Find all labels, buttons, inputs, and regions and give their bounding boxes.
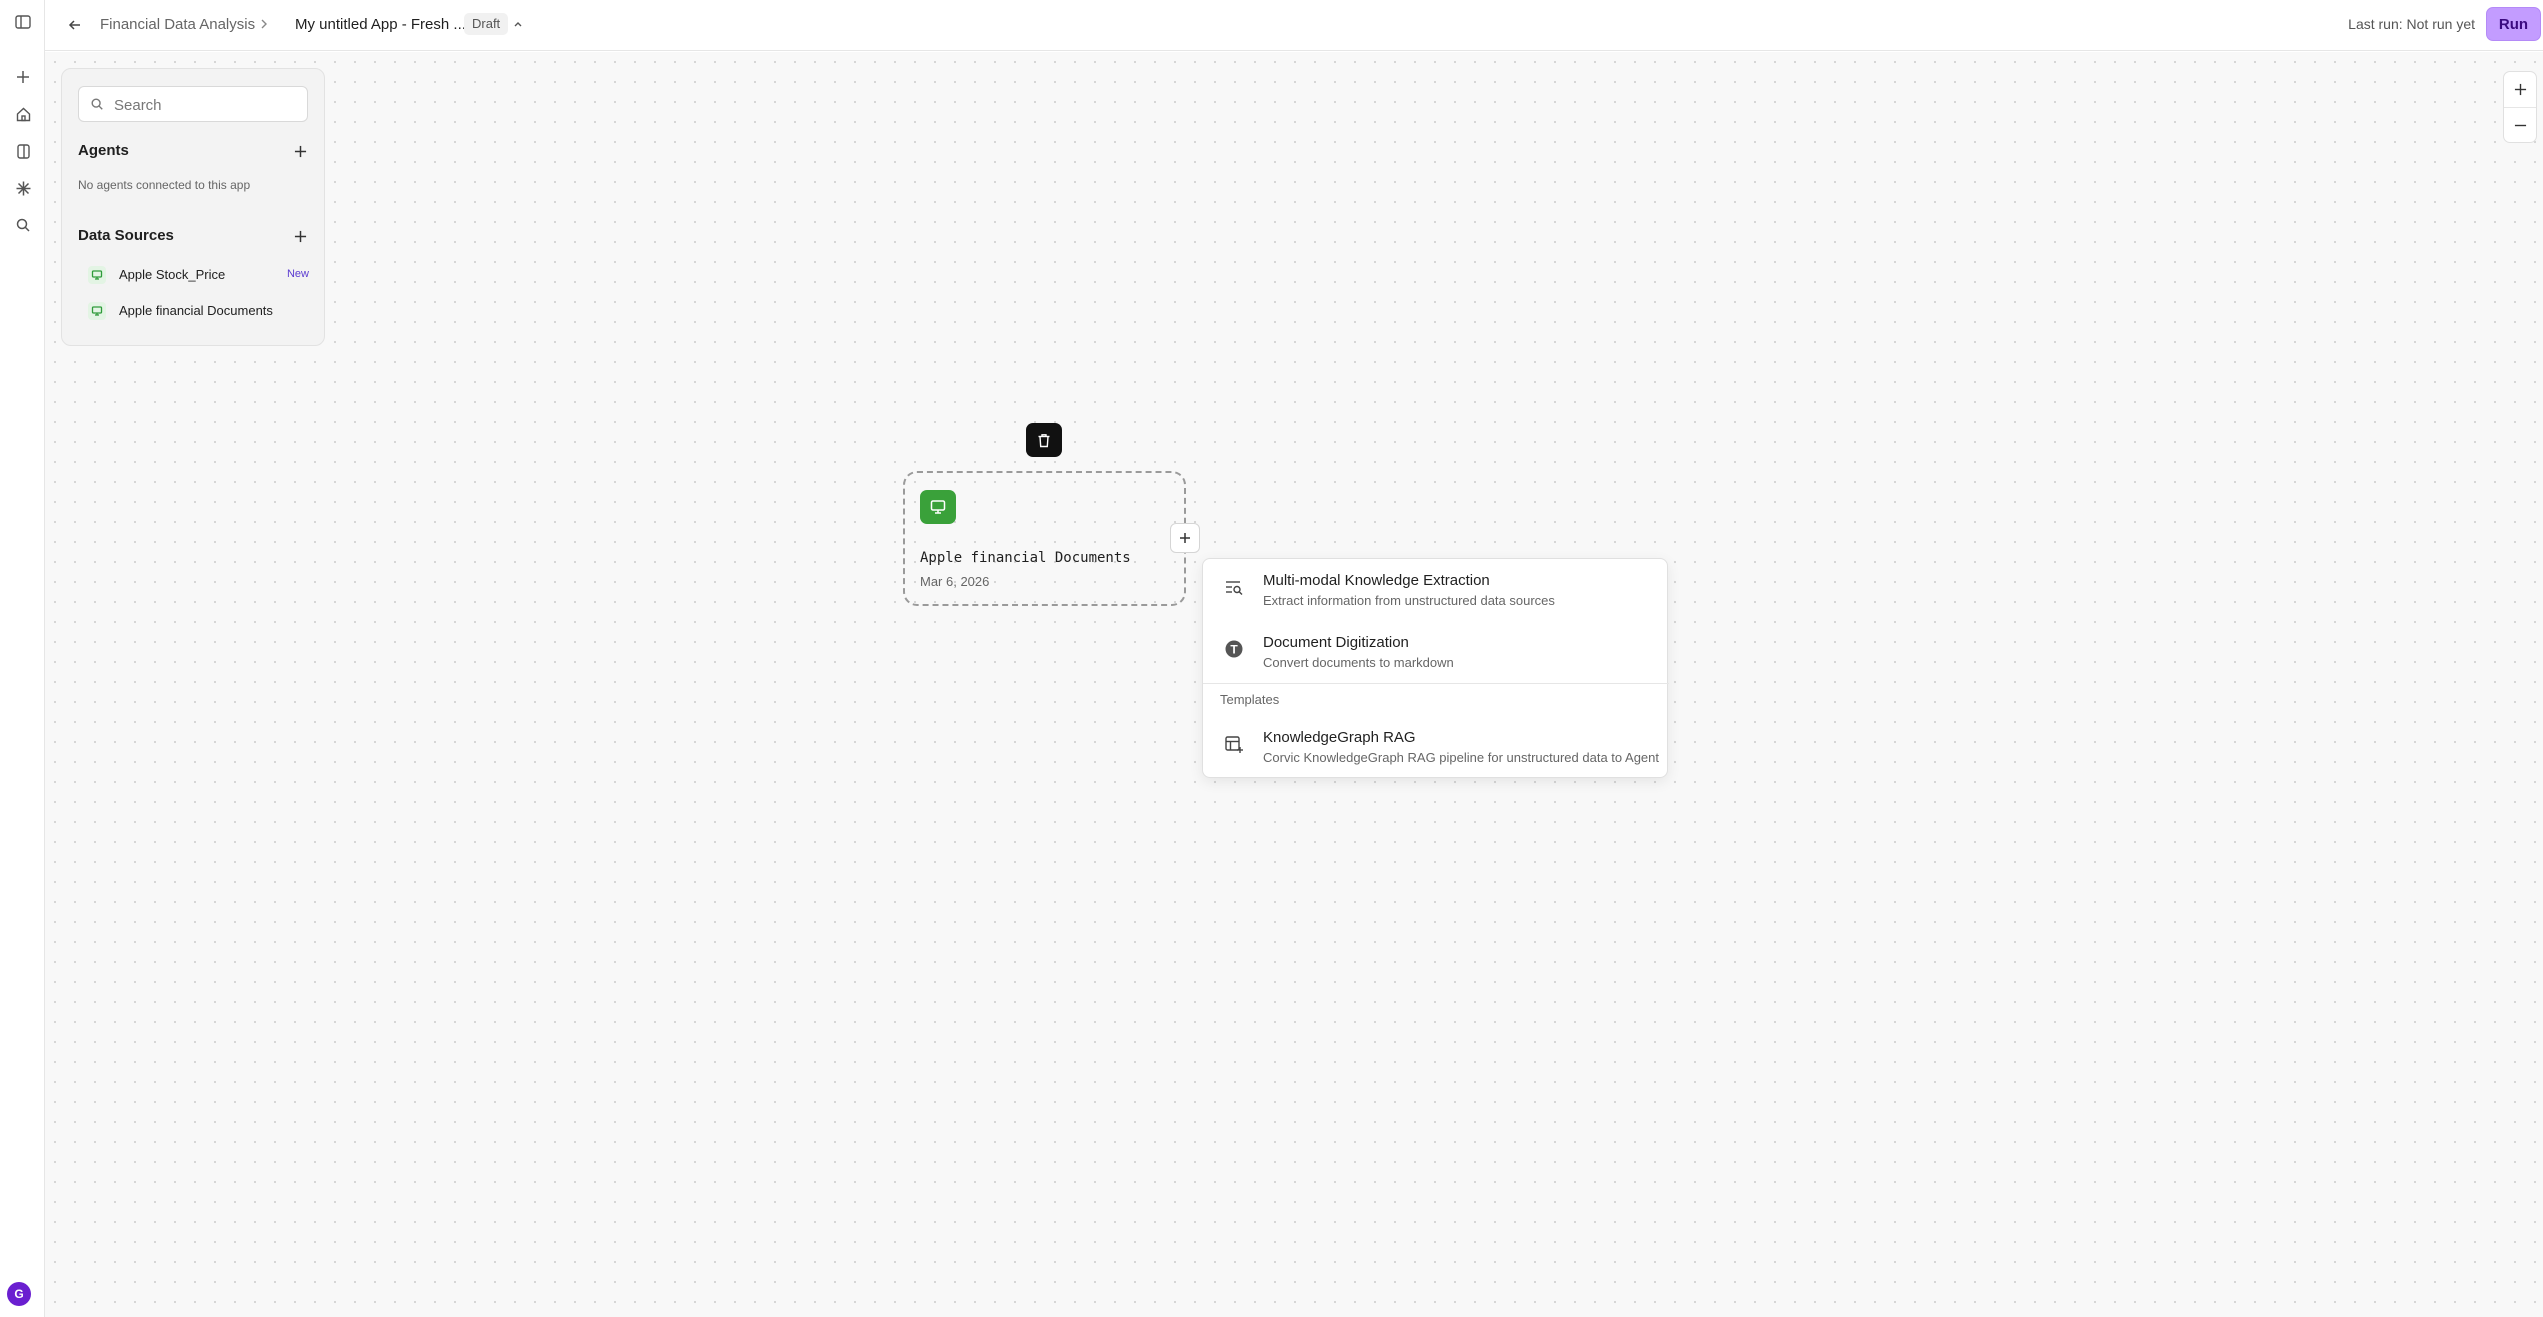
plus-icon[interactable] [8,62,38,92]
menu-divider [1203,683,1669,684]
monitor-icon [920,490,956,524]
node-title: Apple financial Documents [920,550,1131,566]
sidebar-toggle-icon[interactable] [8,7,38,37]
new-badge: New [286,268,309,280]
zoom-in-icon[interactable] [2504,72,2536,107]
agents-heading: Agents [78,142,129,159]
last-run-status: Last run: Not run yet [2348,16,2475,32]
menu-item-title: Multi-modal Knowledge Extraction [1263,572,1490,589]
menu-item-document-digitization[interactable]: T Document Digitization Convert document… [1203,621,1669,677]
data-source-item[interactable]: Apple Stock_Price New [88,263,313,287]
chevron-up-icon[interactable] [507,13,529,35]
search-box[interactable] [78,86,308,122]
text-circle-icon: T [1223,638,1245,660]
home-icon[interactable] [8,99,38,129]
avatar[interactable]: G [7,1282,31,1306]
agents-empty-text: No agents connected to this app [78,178,251,192]
menu-item-description: Extract information from unstructured da… [1263,593,1555,608]
app-title[interactable]: My untitled App - Fresh ... [295,16,466,33]
back-arrow-icon[interactable] [62,12,88,38]
add-data-source-icon[interactable] [290,226,310,246]
menu-item-description: Convert documents to markdown [1263,655,1454,670]
data-source-label: Apple Stock_Price [119,267,226,282]
breadcrumb-parent[interactable]: Financial Data Analysis [100,16,255,33]
text-search-icon [1223,576,1245,598]
search-icon[interactable] [8,210,38,240]
menu-item-knowledge-extraction[interactable]: Multi-modal Knowledge Extraction Extract… [1203,559,1669,615]
menu-item-description: Corvic KnowledgeGraph RAG pipeline for u… [1263,750,1660,765]
monitor-icon [88,266,106,284]
chevron-right-icon [258,15,270,38]
add-step-menu: Multi-modal Knowledge Extraction Extract… [1202,558,1669,778]
search-icon [90,97,104,116]
top-bar: Financial Data Analysis My untitled App … [45,0,2543,51]
templates-heading: Templates [1220,692,1280,707]
zoom-controls [2503,71,2537,143]
delete-node-button[interactable] [1026,423,1062,457]
asterisk-icon[interactable] [8,173,38,203]
data-sources-heading: Data Sources [78,227,174,244]
search-input[interactable] [114,95,299,115]
svg-text:T: T [1230,643,1238,657]
run-button[interactable]: Run [2486,7,2541,41]
book-icon[interactable] [8,136,38,166]
add-step-button[interactable] [1170,523,1200,553]
resources-panel: Agents No agents connected to this app D… [61,68,325,346]
menu-item-knowledgegraph-rag[interactable]: KnowledgeGraph RAG Corvic KnowledgeGraph… [1203,716,1669,772]
table-plus-icon [1223,733,1245,755]
data-source-item[interactable]: Apple financial Documents [88,299,313,323]
node-date: Mar 6, 2026 [920,574,990,589]
zoom-out-icon[interactable] [2504,108,2536,143]
left-rail: G [0,0,45,1317]
status-badge: Draft [464,13,509,35]
add-agent-icon[interactable] [290,141,310,161]
menu-item-title: Document Digitization [1263,634,1409,651]
data-source-node[interactable]: Apple financial Documents Mar 6, 2026 [903,471,1186,606]
monitor-icon [88,302,106,320]
data-source-label: Apple financial Documents [119,303,273,318]
menu-item-title: KnowledgeGraph RAG [1263,729,1416,746]
